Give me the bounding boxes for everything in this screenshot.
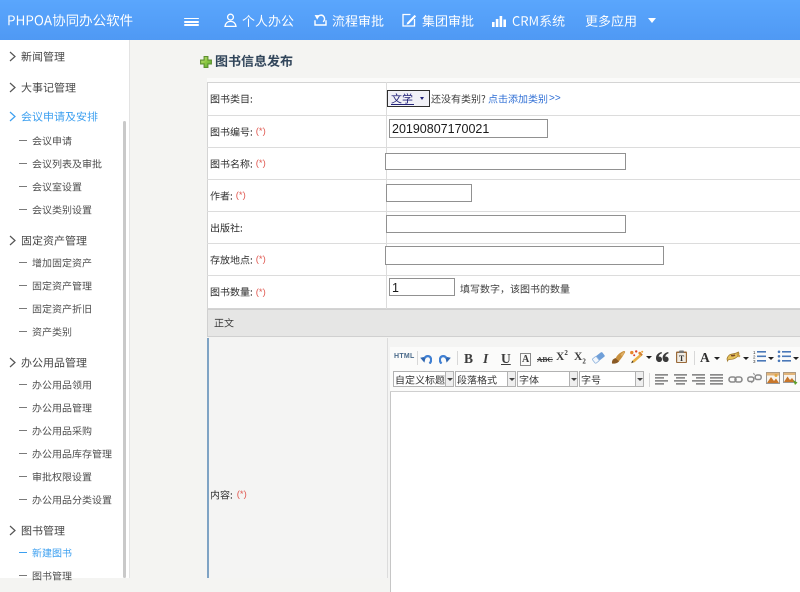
svg-text:T: T (679, 354, 685, 363)
svg-text:3: 3 (753, 359, 756, 363)
